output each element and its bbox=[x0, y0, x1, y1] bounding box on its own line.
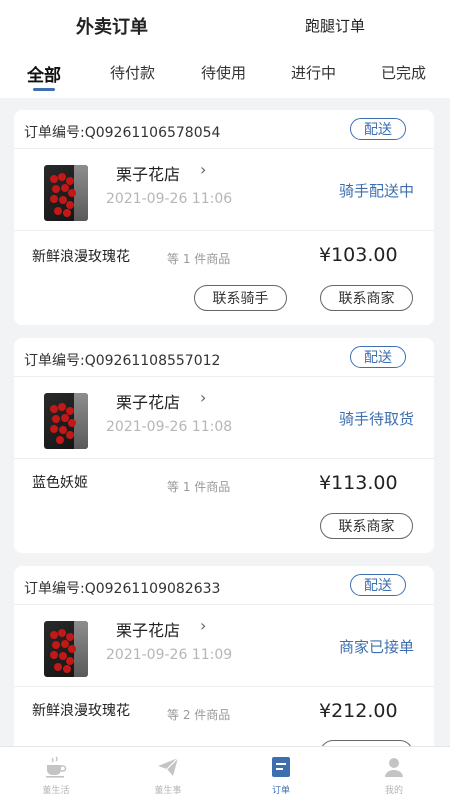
coffee-cup-icon bbox=[46, 756, 67, 778]
divider bbox=[14, 230, 434, 231]
order-status: 骑手待取货 bbox=[338, 410, 414, 428]
delivery-tag: 配送 bbox=[350, 574, 406, 596]
delivery-tag: 配送 bbox=[350, 346, 406, 368]
top-navigation: 外卖订单 跑腿订单 全部 待付款 待使用 进行中 已完成 bbox=[0, 0, 450, 98]
order-list-icon bbox=[272, 757, 290, 777]
contact-merchant-button[interactable]: 联系商家 bbox=[320, 285, 413, 311]
filter-tab-in-progress[interactable]: 进行中 bbox=[291, 62, 336, 83]
divider bbox=[14, 458, 434, 459]
order-filter-tabs: 全部 待付款 待使用 进行中 已完成 bbox=[0, 58, 450, 94]
active-tab-indicator bbox=[33, 88, 55, 91]
item-count: 等 1 件商品 bbox=[167, 480, 231, 494]
tabbar-item-mine[interactable]: 我的 bbox=[338, 747, 450, 801]
bottom-tab-bar: 董生活 董生事 订单 我的 bbox=[0, 746, 450, 801]
filter-tab-to-use[interactable]: 待使用 bbox=[201, 62, 246, 83]
filter-tab-completed[interactable]: 已完成 bbox=[381, 62, 426, 83]
order-card[interactable]: 订单编号:Q09261106578054 配送 栗子花店 › 2021-09-2… bbox=[14, 110, 434, 325]
order-status: 商家已接单 bbox=[338, 638, 414, 656]
chevron-right-icon[interactable]: › bbox=[200, 160, 206, 179]
tabbar-item-orders[interactable]: 订单 bbox=[225, 747, 337, 801]
shop-name-link[interactable]: 栗子花店 bbox=[116, 389, 180, 413]
user-icon bbox=[385, 758, 403, 777]
order-number: 订单编号:Q09261108557012 bbox=[24, 353, 221, 369]
order-price: ¥113.00 bbox=[319, 472, 398, 494]
item-count: 等 1 件商品 bbox=[167, 252, 231, 266]
product-name: 蓝色妖姬 bbox=[32, 475, 88, 491]
product-name: 新鲜浪漫玫瑰花 bbox=[32, 249, 130, 265]
order-card[interactable]: 订单编号:Q09261108557012 配送 栗子花店 › 2021-09-2… bbox=[14, 338, 434, 553]
order-status: 骑手配送中 bbox=[338, 182, 414, 200]
product-image[interactable] bbox=[44, 621, 88, 677]
order-number: 订单编号:Q09261109082633 bbox=[24, 581, 221, 597]
tabbar-item-life[interactable]: 董生活 bbox=[0, 747, 112, 801]
tabbar-label: 订单 bbox=[271, 786, 290, 796]
product-image[interactable] bbox=[44, 393, 88, 449]
contact-rider-button[interactable]: 联系骑手 bbox=[194, 285, 287, 311]
shop-name-link[interactable]: 栗子花店 bbox=[116, 617, 180, 641]
tabbar-item-errand[interactable]: 董生事 bbox=[112, 747, 224, 801]
order-time: 2021-09-26 11:09 bbox=[106, 647, 233, 663]
order-time: 2021-09-26 11:08 bbox=[106, 419, 233, 435]
tab-takeout-orders[interactable]: 外卖订单 bbox=[76, 13, 148, 39]
chevron-right-icon[interactable]: › bbox=[200, 616, 206, 635]
divider bbox=[14, 148, 434, 149]
contact-merchant-button[interactable]: 联系商家 bbox=[320, 513, 413, 539]
tab-errand-orders[interactable]: 跑腿订单 bbox=[305, 15, 365, 36]
order-price: ¥103.00 bbox=[319, 244, 398, 266]
divider bbox=[14, 686, 434, 687]
order-number: 订单编号:Q09261106578054 bbox=[24, 125, 221, 141]
filter-tab-all[interactable]: 全部 bbox=[27, 61, 61, 86]
chevron-right-icon[interactable]: › bbox=[200, 388, 206, 407]
divider bbox=[14, 376, 434, 377]
item-count: 等 2 件商品 bbox=[167, 708, 231, 722]
divider bbox=[14, 604, 434, 605]
shop-name-link[interactable]: 栗子花店 bbox=[116, 161, 180, 185]
product-image[interactable] bbox=[44, 165, 88, 221]
order-card[interactable]: 订单编号:Q09261109082633 配送 栗子花店 › 2021-09-2… bbox=[14, 566, 434, 746]
delivery-tag: 配送 bbox=[350, 118, 406, 140]
order-time: 2021-09-26 11:06 bbox=[106, 191, 233, 207]
tabbar-label: 董生活 bbox=[42, 786, 70, 796]
order-list[interactable]: 订单编号:Q09261106578054 配送 栗子花店 › 2021-09-2… bbox=[0, 98, 450, 746]
order-price: ¥212.00 bbox=[319, 700, 398, 722]
paper-plane-icon bbox=[158, 757, 179, 776]
product-name: 新鲜浪漫玫瑰花 bbox=[32, 703, 130, 719]
filter-tab-pending-payment[interactable]: 待付款 bbox=[110, 62, 155, 83]
tabbar-label: 董生事 bbox=[154, 786, 182, 796]
tabbar-label: 我的 bbox=[384, 786, 403, 796]
